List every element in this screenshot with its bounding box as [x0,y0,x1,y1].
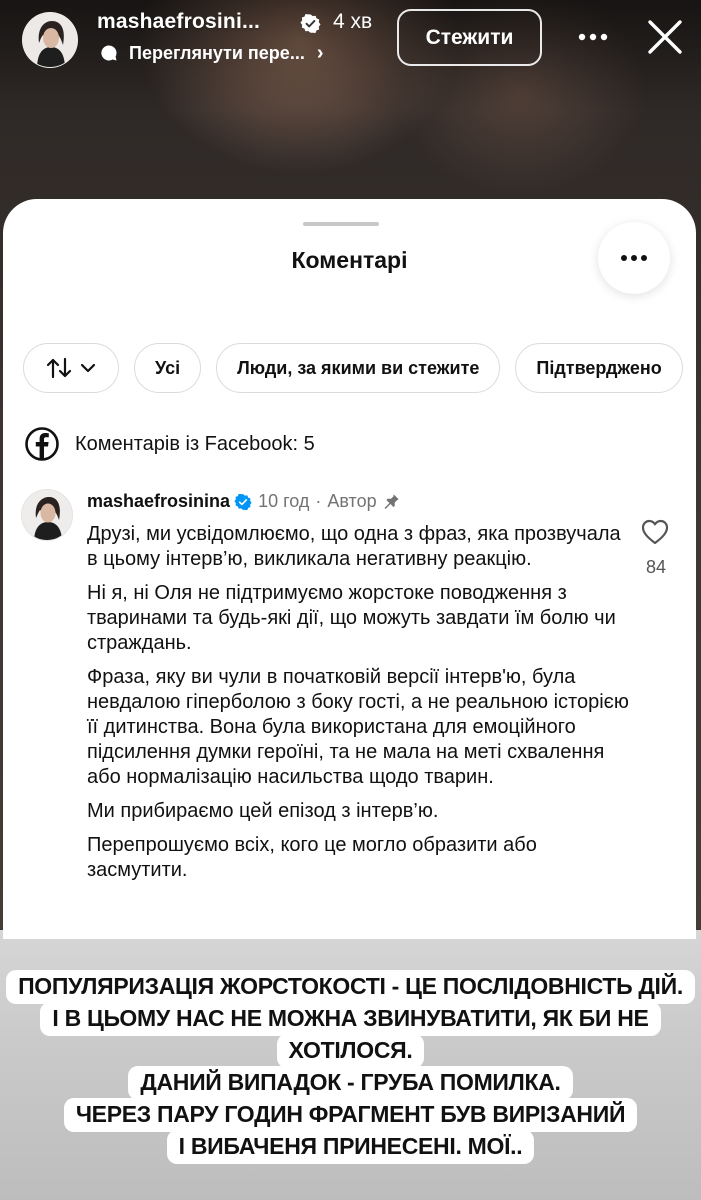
sort-button[interactable] [23,343,119,393]
pin-icon [384,494,399,509]
story-time: 4 хв [333,10,373,33]
heart-icon[interactable] [641,519,669,545]
comment-paragraph: Друзі, ми усвідомлюємо, що одна з фраз, … [87,523,621,570]
author-label: Автор [327,491,377,511]
caption-line: І В ЦЬОМУ НАС НЕ МОЖНА ЗВИНУВАТИТИ, ЯК Б… [40,1002,661,1036]
comment-paragraph: Ні я, ні Оля не підтримуємо жорстоке пов… [87,582,616,654]
view-post-label: Переглянути пере... [129,42,305,63]
caption-line: ПОПУЛЯРИЗАЦІЯ ЖОРСТОКОСТІ - ЦЕ ПОСЛІДОВН… [6,970,695,1004]
filter-chips: Усі Люди, за якими ви стежите Підтвердже… [23,343,683,393]
filter-chip-following[interactable]: Люди, за якими ви стежите [216,343,501,393]
chevron-right-icon: › [316,41,324,64]
verified-badge-icon [234,493,252,510]
sort-arrows-icon [46,357,72,379]
meta-separator: · [315,491,322,511]
caption-line: ЧЕРЕЗ ПАРУ ГОДИН ФРАГМЕНТ БУВ ВИРІЗАНИЙ [63,1098,638,1132]
more-dots-icon[interactable] [568,22,618,52]
comment-time: 10 год [258,491,310,511]
story-caption: ПОПУЛЯРИЗАЦІЯ ЖОРСТОКОСТІ - ЦЕ ПОСЛІДОВН… [0,970,701,1164]
close-icon[interactable] [640,12,690,62]
caption-line: І ВИБАЧЕНЯ ПРИНЕСЕНІ. МОЇ.. [166,1130,535,1164]
like-count: 84 [645,557,667,577]
story-author-avatar[interactable] [22,12,78,68]
comment-text: Друзі, ми усвідомлюємо, що одна з фраз, … [87,522,632,892]
follow-button[interactable]: Стежити [397,9,542,66]
facebook-comments-row[interactable]: Коментарів із Facebook: 5 [25,427,315,461]
sheet-more-button[interactable] [598,222,670,294]
facebook-comments-label: Коментарів із Facebook: 5 [75,432,315,455]
caption-line: ХОТІЛОСЯ. [276,1034,425,1068]
comments-sheet: Коментарі Усі Люди, за якими ви стежите … [3,199,696,939]
more-dots-icon [621,255,647,261]
chevron-down-icon [80,363,96,373]
story-author-username[interactable]: mashaefrosini... [97,10,260,40]
comment-avatar[interactable] [21,489,73,541]
sheet-grab-handle[interactable] [303,222,379,226]
comment-meta: mashaefrosinina 10 год · Автор [87,491,400,512]
filter-chip-all[interactable]: Усі [134,343,202,393]
comment-paragraph: Фраза, яку ви чули в початковій версії і… [87,666,629,788]
verified-badge-icon [300,13,321,34]
view-post-link[interactable]: Переглянути пере... › [99,40,324,66]
filter-chip-verified[interactable]: Підтверджено [515,343,683,393]
facebook-icon [25,427,59,461]
sheet-title: Коментарі [291,247,408,273]
comment-paragraph: Ми прибираємо цей епізод з інтерв’ю. [87,800,439,822]
comment-paragraph: Перепрошуємо всіх, кого це могло образит… [87,834,537,881]
comment-bubble-icon [101,45,117,61]
caption-line: ДАНИЙ ВИПАДОК - ГРУБА ПОМИЛКА. [128,1066,573,1100]
comment-username[interactable]: mashaefrosinina [87,491,230,512]
